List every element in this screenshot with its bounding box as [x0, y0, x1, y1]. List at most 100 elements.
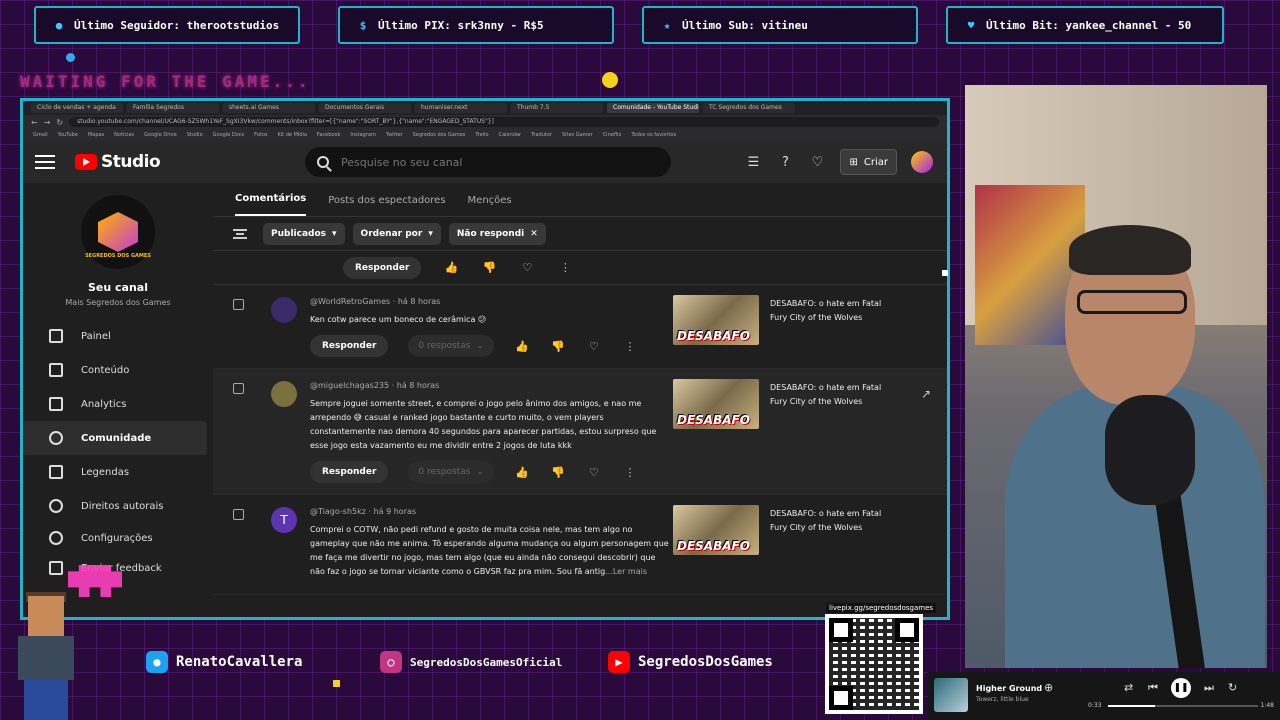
comment-avatar[interactable]: T — [271, 507, 297, 533]
video-title[interactable]: DESABAFO: o hate em Fatal Fury City of t… — [770, 381, 900, 409]
replies-dropdown[interactable]: 0 respostas ⌄ — [408, 335, 494, 357]
heart-icon[interactable]: ♡ — [586, 466, 602, 479]
bookmark-item[interactable]: Sites Gamer — [562, 132, 593, 138]
bookmark-item[interactable]: Facebook — [317, 132, 341, 138]
forward-icon[interactable]: → — [44, 118, 51, 127]
heart-icon[interactable]: ♡ — [586, 340, 602, 353]
alert-label: Último Sub: vitineu — [682, 18, 808, 32]
notifications-icon[interactable]: ♡ — [808, 153, 826, 171]
more-options-icon[interactable]: ⋮ — [622, 466, 638, 479]
repeat-icon[interactable]: ↻ — [1228, 681, 1237, 694]
bookmark-item[interactable]: Kit de Mídia — [278, 132, 307, 138]
browser-tab[interactable]: Ciclo de vendas + agenda — [31, 103, 123, 113]
browser-tab[interactable]: Thumb 7.5 — [511, 103, 603, 113]
tab-mencoes[interactable]: Menções — [468, 195, 512, 216]
comment-avatar[interactable] — [271, 297, 297, 323]
bookmark-item[interactable]: Studio — [187, 132, 203, 138]
bookmark-item[interactable]: Cineflix — [603, 132, 622, 138]
more-options-icon[interactable]: ⋮ — [557, 261, 573, 274]
previous-icon[interactable]: ⏮ — [1148, 681, 1158, 695]
next-icon[interactable]: ⏭ — [1204, 681, 1214, 695]
bookmark-item[interactable]: Trello — [475, 132, 488, 138]
account-avatar[interactable] — [911, 151, 933, 173]
add-icon[interactable]: ⊕ — [1044, 681, 1053, 694]
video-thumbnail[interactable]: DESABAFO — [673, 505, 759, 555]
browser-tab[interactable]: humaniser.next — [415, 103, 507, 113]
more-options-icon[interactable]: ⋮ — [622, 340, 638, 353]
bookmark-item[interactable]: Twitter — [386, 132, 403, 138]
pause-icon[interactable]: ❚❚ — [1171, 678, 1191, 698]
thumbs-up-icon[interactable]: 👍 — [514, 466, 530, 479]
bookmark-item[interactable]: YouTube — [58, 132, 78, 138]
thumbs-down-icon[interactable]: 👎 — [481, 261, 497, 274]
back-icon[interactable]: ← — [31, 118, 38, 127]
video-title[interactable]: DESABAFO: o hate em Fatal Fury City of t… — [770, 297, 900, 325]
reply-button[interactable]: Responder — [343, 256, 422, 279]
comment-checkbox[interactable] — [233, 383, 244, 394]
tab-posts-espectadores[interactable]: Posts dos espectadores — [328, 195, 445, 216]
bookmark-item[interactable]: Segredos dos Games — [413, 132, 466, 138]
sidebar-item-analytics[interactable]: Analytics — [23, 387, 207, 421]
sidebar-item-legendas[interactable]: Legendas — [23, 455, 207, 489]
comment-author[interactable]: @miguelchagas235 — [310, 381, 389, 390]
bookmark-item[interactable]: Notícias — [114, 132, 134, 138]
bookmark-item[interactable]: Todos os favoritos — [631, 132, 676, 138]
filter-icon[interactable] — [233, 228, 247, 239]
browser-tab[interactable]: sheets.ai Games — [223, 103, 315, 113]
search-input[interactable] — [341, 155, 641, 169]
bookmark-item[interactable]: Fotos — [254, 132, 267, 138]
reload-icon[interactable]: ↻ — [56, 118, 63, 127]
bookmark-item[interactable]: Tradutor — [531, 132, 552, 138]
comment-meta: @Tiago-sh5kz · há 9 horas — [310, 507, 417, 516]
search-box[interactable] — [305, 147, 671, 177]
filter-chip-publicados[interactable]: Publicados ▾ — [263, 222, 345, 245]
comment-checkbox[interactable] — [233, 509, 244, 520]
bookmark-item[interactable]: Calendar — [499, 132, 521, 138]
browser-tab[interactable]: Documentos Gerais — [319, 103, 411, 113]
bookmark-item[interactable]: Mapas — [88, 132, 104, 138]
read-more-link[interactable]: ...Ler mais — [605, 567, 647, 576]
bookmark-item[interactable]: Google Drive — [144, 132, 177, 138]
video-thumbnail[interactable]: DESABAFO — [673, 379, 759, 429]
bookmark-item[interactable]: Instagram — [350, 132, 375, 138]
reply-button[interactable]: Responder — [310, 335, 389, 357]
sidebar-item-direitos[interactable]: Direitos autorais — [23, 489, 207, 523]
comment-author[interactable]: @WorldRetroGames — [310, 297, 390, 306]
browser-tab[interactable]: Família Segredos — [127, 103, 219, 113]
sidebar-item-conteudo[interactable]: Conteúdo — [23, 353, 207, 387]
sidebar-item-painel[interactable]: Painel — [23, 319, 207, 353]
video-thumbnail[interactable]: DESABAFO — [673, 295, 759, 345]
tab-comentarios[interactable]: Comentários — [235, 193, 307, 216]
shuffle-icon[interactable]: ⇄ — [1124, 681, 1133, 694]
channel-avatar[interactable]: SEGREDOS DOS GAMES — [81, 195, 155, 269]
help-icon[interactable]: ? — [776, 153, 794, 171]
thumbs-down-icon[interactable]: 👎 — [550, 466, 566, 479]
filter-chip-ordenar[interactable]: Ordenar por ▾ — [352, 222, 441, 245]
filter-chip-nao-respondi[interactable]: Não respondi ✕ — [448, 222, 546, 245]
open-external-icon[interactable]: ↗ — [921, 387, 931, 401]
video-title[interactable]: DESABAFO: o hate em Fatal Fury City of t… — [770, 507, 900, 535]
studio-logo[interactable]: Studio — [75, 152, 161, 172]
search-icon[interactable] — [317, 156, 329, 168]
create-button[interactable]: ⊞ Criar — [840, 149, 897, 175]
comment-checkbox[interactable] — [233, 299, 244, 310]
reply-button[interactable]: Responder — [310, 461, 389, 483]
menu-icon[interactable] — [35, 155, 55, 169]
sidebar-item-configuracoes[interactable]: Configurações — [23, 523, 207, 553]
thumbs-up-icon[interactable]: 👍 — [514, 340, 530, 353]
thumbs-up-icon[interactable]: 👍 — [443, 261, 459, 274]
comment-avatar[interactable] — [271, 381, 297, 407]
bookmark-item[interactable]: Gmail — [33, 132, 48, 138]
browser-tab[interactable]: TC Segredos dos Games — [703, 103, 795, 113]
replies-dropdown[interactable]: 0 respostas ⌄ — [408, 461, 494, 483]
bookmark-item[interactable]: Google Docs — [213, 132, 244, 138]
sidebar-item-comunidade[interactable]: Comunidade — [23, 421, 207, 455]
browser-tab-active[interactable]: Comunidade - YouTube Studio — [607, 103, 699, 113]
close-icon[interactable]: ✕ — [530, 229, 538, 239]
thumbs-down-icon[interactable]: 👎 — [550, 340, 566, 353]
comment-author[interactable]: @Tiago-sh5kz — [310, 507, 366, 516]
url-field[interactable]: studio.youtube.com/channel/UCAG6-SZ5Wh1Y… — [69, 117, 939, 127]
progress-bar[interactable] — [1108, 705, 1258, 707]
heart-icon[interactable]: ♡ — [519, 261, 535, 274]
captions-icon[interactable]: ☰ — [744, 153, 762, 171]
